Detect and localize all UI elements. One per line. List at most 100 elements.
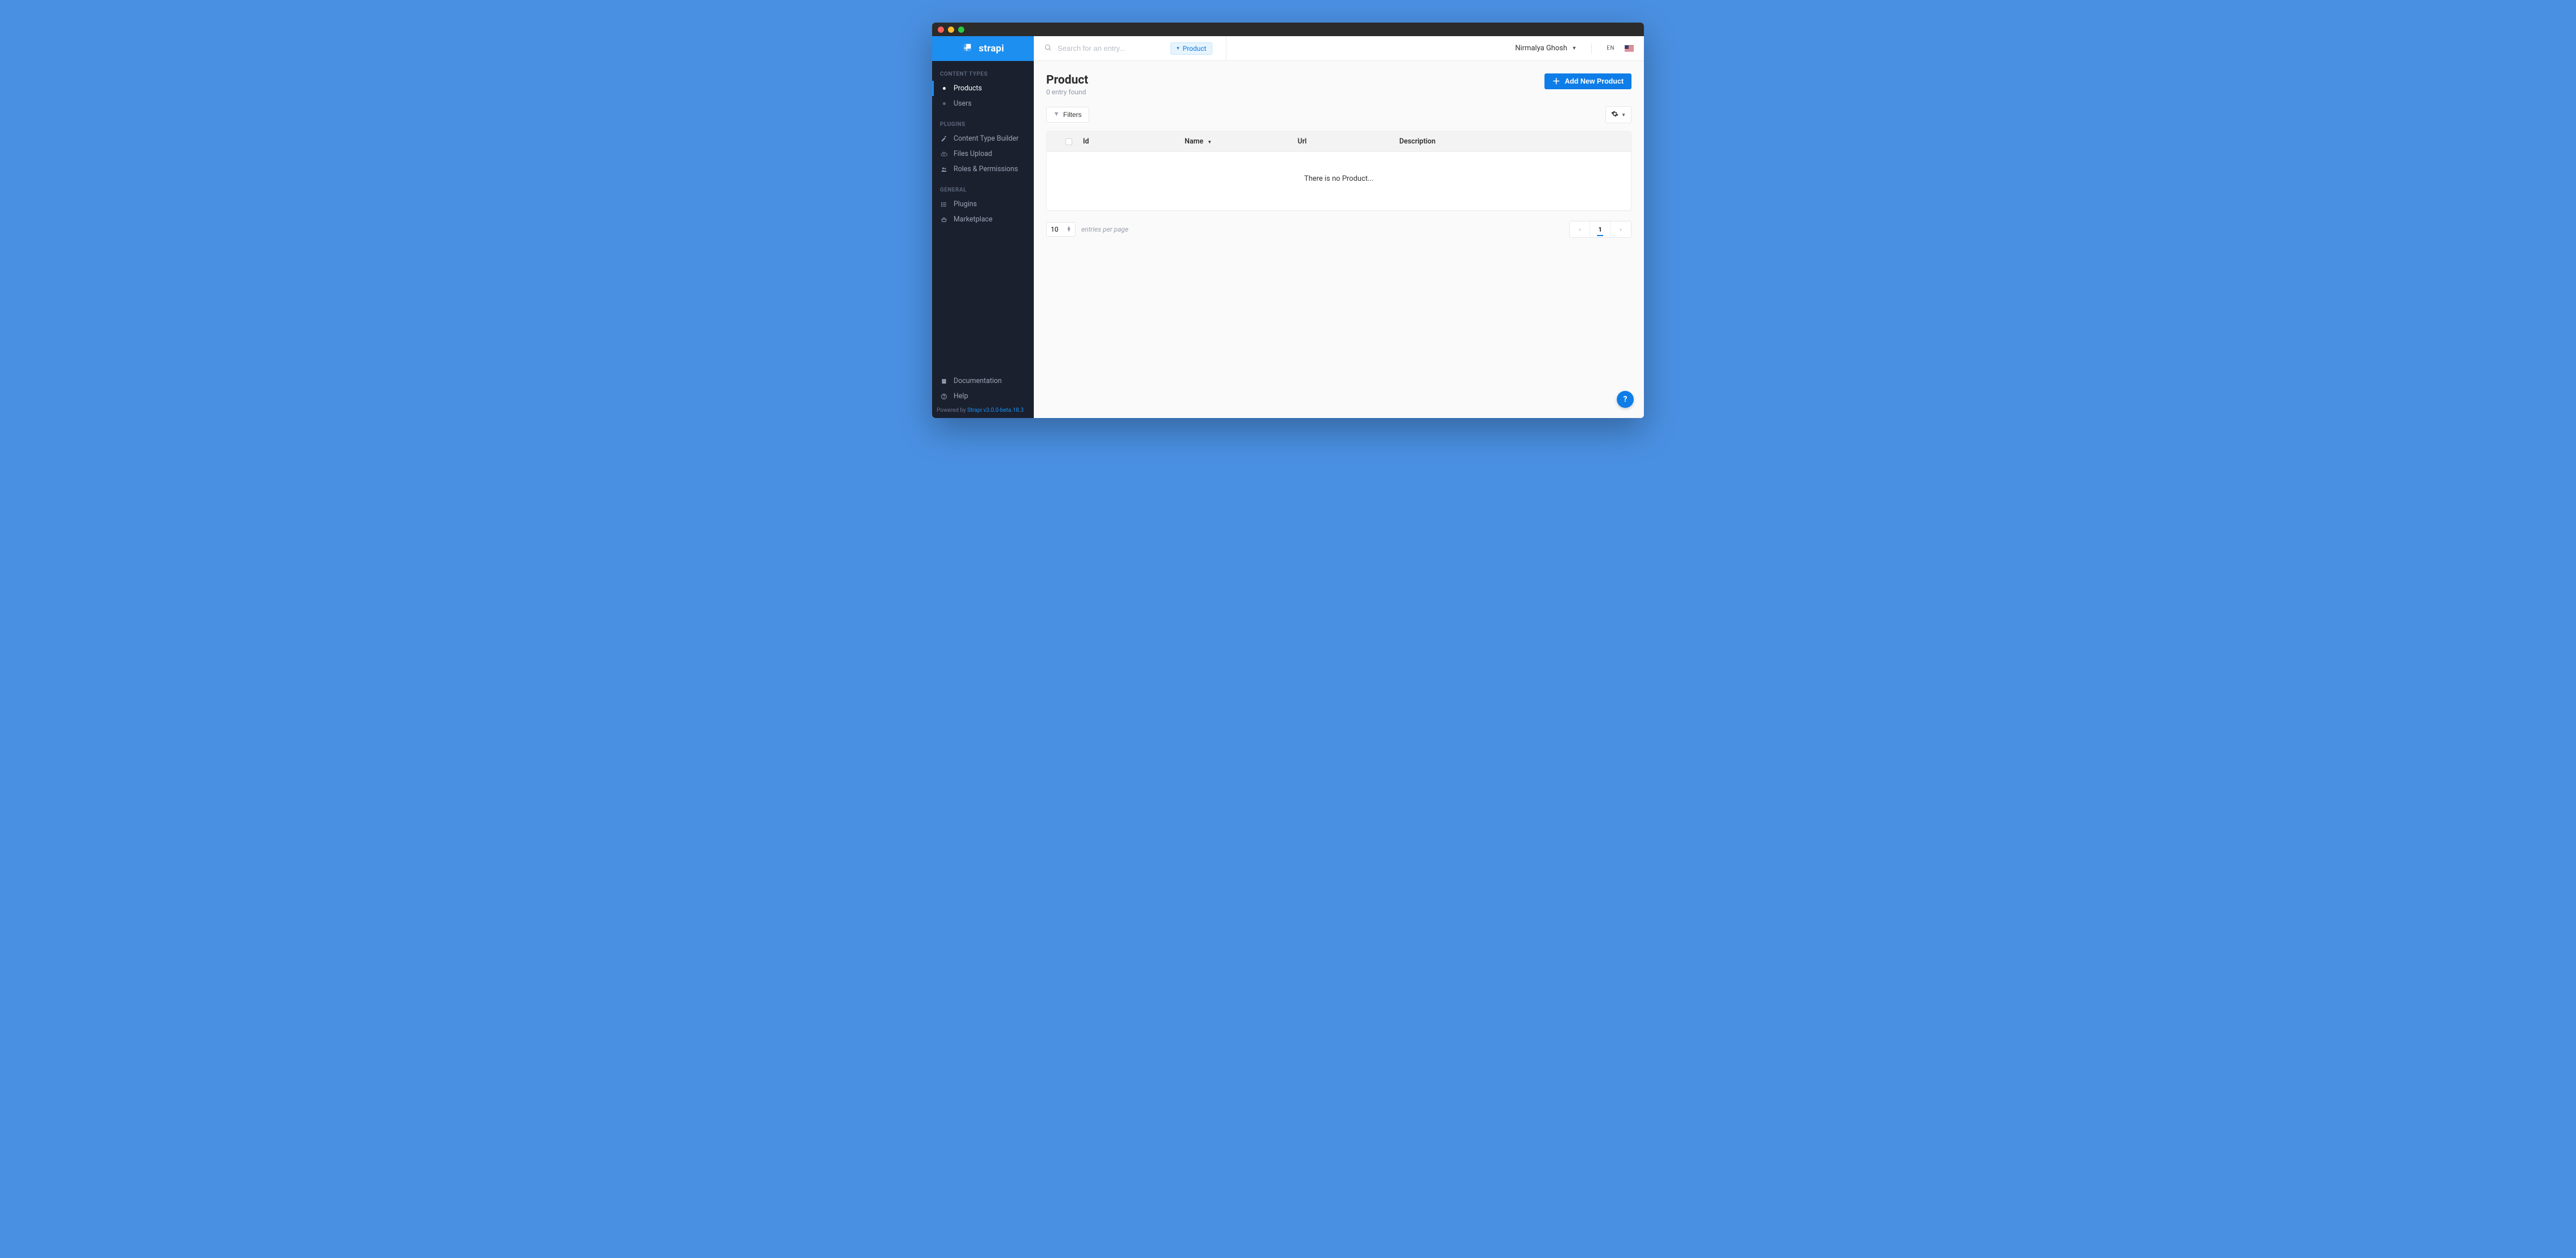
window-close-icon[interactable] (938, 27, 944, 33)
chevron-right-icon: › (1620, 226, 1621, 233)
table-header-url[interactable]: Url (1298, 137, 1399, 146)
main-content: ▾ Product Nirmalya Ghosh ▼ EN Product (1034, 36, 1644, 418)
window-maximize-icon[interactable] (958, 27, 964, 33)
per-page-value: 10 (1051, 225, 1059, 233)
table-header-row: Id Name ▼ Url Description (1047, 132, 1631, 152)
sidebar-item-label: Content Type Builder (954, 134, 1019, 143)
language-code[interactable]: EN (1607, 45, 1615, 51)
nav-heading: GENERAL (932, 185, 1034, 197)
stepper-icon: ▲▼ (1067, 227, 1071, 232)
page-title: Product (1046, 73, 1088, 87)
sidebar-item-label: Roles & Permissions (954, 165, 1018, 173)
table-footer: 10 ▲▼ entries per page ‹ 1 › (1046, 221, 1631, 238)
sidebar-item-label: Documentation (954, 377, 1002, 385)
search-filter-chip-label: Product (1183, 45, 1207, 53)
search-wrap: ▾ Product (1044, 42, 1212, 55)
bullet-icon (943, 102, 946, 105)
pagination-page-1[interactable]: 1 (1590, 221, 1611, 237)
question-circle-icon (940, 393, 948, 401)
sidebar-item-marketplace[interactable]: Marketplace (932, 212, 1034, 227)
brand-header[interactable]: strapi (932, 36, 1034, 61)
pagination: ‹ 1 › (1569, 221, 1631, 238)
divider (1591, 43, 1592, 54)
window-minimize-icon[interactable] (948, 27, 954, 33)
sidebar-item-label: Products (954, 84, 982, 93)
gear-icon (1611, 110, 1618, 119)
sidebar-item-plugins[interactable]: Plugins (932, 197, 1034, 212)
select-all-checkbox[interactable] (1065, 138, 1072, 145)
bullet-icon (943, 87, 946, 90)
help-fab-button[interactable]: ? (1617, 391, 1634, 408)
sidebar: strapi CONTENT TYPES Products Users PLUG… (932, 36, 1034, 418)
page-content: Product 0 entry found ＋ Add New Product … (1034, 61, 1644, 418)
page-subtitle: 0 entry found (1046, 88, 1088, 96)
paintbrush-icon (940, 135, 948, 143)
user-name: Nirmalya Ghosh (1515, 44, 1567, 53)
sidebar-item-files-upload[interactable]: Files Upload (932, 146, 1034, 162)
per-page-select[interactable]: 10 ▲▼ (1046, 222, 1076, 237)
question-icon: ? (1624, 395, 1628, 404)
window-titlebar (932, 23, 1644, 36)
search-icon (1044, 43, 1052, 54)
caret-down-icon: ▼ (1572, 45, 1577, 51)
sidebar-item-content-type-builder[interactable]: Content Type Builder (932, 131, 1034, 146)
settings-dropdown-button[interactable]: ▼ (1605, 106, 1631, 123)
flag-us-icon[interactable] (1625, 45, 1634, 51)
nav-section-general: GENERAL Plugins Marketplace (932, 177, 1034, 227)
sidebar-item-documentation[interactable]: Documentation (932, 373, 1034, 389)
sidebar-item-label: Help (954, 392, 968, 401)
nav-heading: CONTENT TYPES (932, 69, 1034, 81)
basket-icon (940, 216, 948, 224)
pagination-prev-button[interactable]: ‹ (1570, 221, 1590, 237)
brand-name: strapi (979, 43, 1004, 54)
nav-section-content-types: CONTENT TYPES Products Users (932, 61, 1034, 111)
per-page-control: 10 ▲▼ entries per page (1046, 222, 1128, 237)
sidebar-item-label: Marketplace (954, 215, 993, 224)
powered-by-link[interactable]: Strapi v3.0.0-beta.18.3 (967, 407, 1024, 413)
pagination-page-number: 1 (1598, 226, 1602, 233)
chevron-left-icon: ‹ (1579, 226, 1581, 233)
filters-button[interactable]: Filters (1046, 107, 1089, 123)
strapi-logo-icon (962, 42, 974, 55)
search-input[interactable] (1058, 44, 1165, 53)
sort-desc-icon: ▼ (1207, 140, 1212, 145)
nav-heading: PLUGINS (932, 119, 1034, 131)
table-empty-state: There is no Product... (1047, 152, 1631, 210)
sidebar-item-label: Plugins (954, 200, 977, 208)
table-header-checkbox-cell (1055, 138, 1083, 145)
powered-by-prefix: Powered by (937, 407, 967, 413)
sidebar-item-label: Users (954, 99, 972, 108)
data-table: Id Name ▼ Url Description There is no Pr… (1046, 131, 1631, 211)
powered-by: Powered by Strapi v3.0.0-beta.18.3 (932, 404, 1034, 417)
cloud-upload-icon (940, 150, 948, 158)
sidebar-item-roles-permissions[interactable]: Roles & Permissions (932, 162, 1034, 177)
filter-icon (1054, 111, 1059, 119)
book-icon (940, 377, 948, 385)
sidebar-item-help[interactable]: Help (932, 389, 1034, 404)
list-icon (940, 201, 948, 208)
search-filter-chip[interactable]: ▾ Product (1170, 42, 1212, 55)
per-page-label: entries per page (1081, 225, 1128, 233)
add-new-product-button[interactable]: ＋ Add New Product (1544, 73, 1631, 89)
sidebar-footer: Documentation Help Powered by Strapi v3.… (932, 373, 1034, 418)
app-body: strapi CONTENT TYPES Products Users PLUG… (932, 36, 1644, 418)
topbar: ▾ Product Nirmalya Ghosh ▼ EN (1034, 36, 1644, 61)
user-menu[interactable]: Nirmalya Ghosh ▼ (1515, 44, 1577, 53)
toolbar-row: Filters ▼ (1046, 106, 1631, 123)
app-window: strapi CONTENT TYPES Products Users PLUG… (932, 23, 1644, 418)
page-header: Product 0 entry found ＋ Add New Product (1046, 73, 1631, 96)
table-header-id[interactable]: Id (1083, 137, 1185, 146)
pagination-next-button[interactable]: › (1611, 221, 1631, 237)
nav-section-plugins: PLUGINS Content Type Builder Files Uploa… (932, 111, 1034, 177)
add-button-label: Add New Product (1565, 77, 1624, 85)
plus-icon: ＋ (1552, 77, 1560, 85)
table-header-description[interactable]: Description (1399, 137, 1623, 146)
filters-button-label: Filters (1063, 111, 1082, 119)
filter-icon: ▾ (1177, 46, 1180, 51)
table-header-name[interactable]: Name ▼ (1185, 137, 1298, 146)
sidebar-item-users[interactable]: Users (932, 96, 1034, 111)
users-icon (940, 166, 948, 173)
sidebar-item-products[interactable]: Products (932, 81, 1034, 96)
caret-down-icon: ▼ (1621, 112, 1626, 117)
sidebar-item-label: Files Upload (954, 150, 992, 158)
